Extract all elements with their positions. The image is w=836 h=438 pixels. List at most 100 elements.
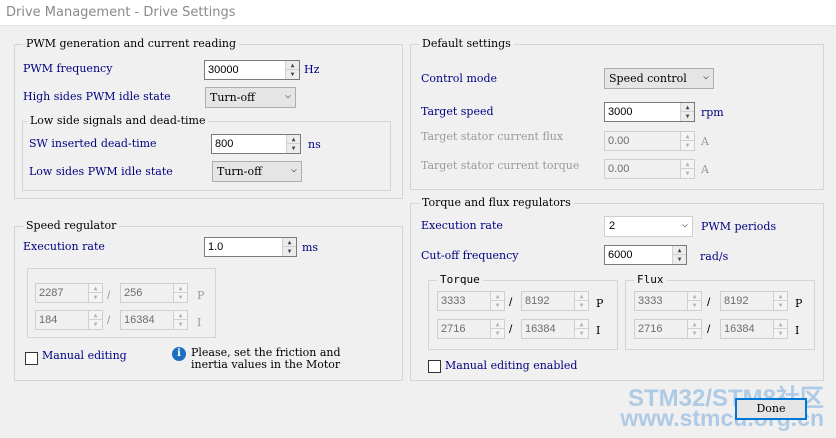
target-torque-unit: A xyxy=(701,163,709,176)
torque-ki-num-stepper[interactable]: ▲ ▼ xyxy=(490,320,504,338)
dead-time-unit: ns xyxy=(308,138,321,151)
target-speed-input[interactable]: 3000 ▲ ▼ xyxy=(604,102,695,122)
speed-ki-num-stepper[interactable]: ▲ ▼ xyxy=(88,311,102,329)
speed-kp-num-input[interactable]: 2287 ▲ ▼ xyxy=(35,283,103,303)
pwm-frequency-stepper[interactable]: ▲ ▼ xyxy=(285,61,299,79)
spin-down-icon[interactable]: ▼ xyxy=(286,70,299,79)
spin-up-icon[interactable]: ▲ xyxy=(491,292,504,301)
spin-up-icon[interactable]: ▲ xyxy=(681,103,694,112)
speed-kp-num-stepper[interactable]: ▲ ▼ xyxy=(88,284,102,302)
target-flux-input[interactable]: 0.00 ▲ ▼ xyxy=(604,131,695,151)
spin-down-icon[interactable]: ▼ xyxy=(575,329,588,338)
target-flux-stepper[interactable]: ▲ ▼ xyxy=(680,132,694,150)
spin-down-icon[interactable]: ▼ xyxy=(774,301,787,310)
flux-ki-num-input[interactable]: 2716 ▲ ▼ xyxy=(634,319,702,339)
target-torque-stepper[interactable]: ▲ ▼ xyxy=(680,160,694,178)
dead-time-input[interactable]: 800 ▲ ▼ xyxy=(211,134,301,154)
spin-down-icon[interactable]: ▼ xyxy=(89,293,102,302)
spin-down-icon[interactable]: ▼ xyxy=(287,144,300,153)
spin-down-icon[interactable]: ▼ xyxy=(673,255,686,264)
target-torque-input[interactable]: 0.00 ▲ ▼ xyxy=(604,159,695,179)
spin-up-icon[interactable]: ▲ xyxy=(688,292,701,301)
spin-up-icon[interactable]: ▲ xyxy=(491,320,504,329)
speed-kp-den-stepper[interactable]: ▲ ▼ xyxy=(173,284,187,302)
spin-down-icon[interactable]: ▼ xyxy=(174,293,187,302)
control-mode-label: Control mode xyxy=(421,72,498,85)
speed-regulator-title: Speed regulator xyxy=(23,219,120,232)
spin-up-icon[interactable]: ▲ xyxy=(681,132,694,141)
spin-up-icon[interactable]: ▲ xyxy=(688,320,701,329)
tf-exec-rate-select[interactable]: 2 ⌵ xyxy=(604,216,693,237)
spin-down-icon[interactable]: ▼ xyxy=(491,301,504,310)
torque-kp-den-stepper[interactable]: ▲ ▼ xyxy=(574,292,588,310)
control-mode-select[interactable]: Speed control ⌵ xyxy=(604,68,714,89)
cutoff-frequency-input[interactable]: 6000 ▲ ▼ xyxy=(604,245,687,265)
speed-manual-editing-checkbox[interactable] xyxy=(25,352,38,365)
spin-down-icon[interactable]: ▼ xyxy=(681,141,694,150)
spin-down-icon[interactable]: ▼ xyxy=(283,247,296,256)
flux-ki-den-stepper[interactable]: ▲ ▼ xyxy=(773,320,787,338)
low-sides-idle-select[interactable]: Turn-off ⌵ xyxy=(212,161,302,182)
spin-down-icon[interactable]: ▼ xyxy=(688,301,701,310)
tf-manual-editing-checkbox[interactable] xyxy=(428,360,441,373)
spin-up-icon[interactable]: ▲ xyxy=(89,284,102,293)
spin-up-icon[interactable]: ▲ xyxy=(681,160,694,169)
spin-up-icon[interactable]: ▲ xyxy=(774,292,787,301)
speed-ki-num-input[interactable]: 184 ▲ ▼ xyxy=(35,310,103,330)
torque-ki-den-input[interactable]: 16384 ▲ ▼ xyxy=(521,319,589,339)
flux-kp-num-input[interactable]: 3333 ▲ ▼ xyxy=(634,291,702,311)
spin-down-icon[interactable]: ▼ xyxy=(491,329,504,338)
spin-up-icon[interactable]: ▲ xyxy=(283,238,296,247)
high-sides-idle-select[interactable]: Turn-off ⌵ xyxy=(205,87,296,108)
flux-p-label: P xyxy=(795,297,803,310)
pwm-frequency-unit: Hz xyxy=(304,63,320,76)
spin-down-icon[interactable]: ▼ xyxy=(681,112,694,121)
spin-down-icon[interactable]: ▼ xyxy=(174,320,187,329)
speed-exec-rate-stepper[interactable]: ▲ ▼ xyxy=(282,238,296,256)
speed-kp-num-value: 2287 xyxy=(39,287,64,299)
flux-ki-num-stepper[interactable]: ▲ ▼ xyxy=(687,320,701,338)
spin-down-icon[interactable]: ▼ xyxy=(688,329,701,338)
dead-time-stepper[interactable]: ▲ ▼ xyxy=(286,135,300,153)
spin-down-icon[interactable]: ▼ xyxy=(681,169,694,178)
spin-up-icon[interactable]: ▲ xyxy=(174,284,187,293)
spin-down-icon[interactable]: ▼ xyxy=(89,320,102,329)
target-speed-unit: rpm xyxy=(701,106,724,119)
speed-ki-den-input[interactable]: 16384 ▲ ▼ xyxy=(120,310,188,330)
torque-gains-title: Torque xyxy=(437,273,483,286)
spin-up-icon[interactable]: ▲ xyxy=(287,135,300,144)
speed-exec-rate-input[interactable]: 1.0 ▲ ▼ xyxy=(204,237,297,257)
flux-kp-den-stepper[interactable]: ▲ ▼ xyxy=(773,292,787,310)
torque-kp-den-input[interactable]: 8192 ▲ ▼ xyxy=(521,291,589,311)
done-button[interactable]: Done xyxy=(735,398,807,420)
info-message-line2: inertia values in the Motor xyxy=(191,358,341,371)
cutoff-frequency-stepper[interactable]: ▲ ▼ xyxy=(672,246,686,264)
spin-up-icon[interactable]: ▲ xyxy=(89,311,102,320)
torque-kp-num-input[interactable]: 3333 ▲ ▼ xyxy=(437,291,505,311)
torque-ki-num-value: 2716 xyxy=(441,323,466,335)
torque-ki-den-stepper[interactable]: ▲ ▼ xyxy=(574,320,588,338)
high-sides-idle-value: Turn-off xyxy=(210,91,255,104)
pwm-frequency-input[interactable]: 30000 ▲ ▼ xyxy=(204,60,300,80)
torque-ki-num-input[interactable]: 2716 ▲ ▼ xyxy=(437,319,505,339)
spin-up-icon[interactable]: ▲ xyxy=(286,61,299,70)
torque-kp-num-stepper[interactable]: ▲ ▼ xyxy=(490,292,504,310)
high-sides-idle-label: High sides PWM idle state xyxy=(23,90,171,103)
spin-up-icon[interactable]: ▲ xyxy=(174,311,187,320)
speed-ki-den-stepper[interactable]: ▲ ▼ xyxy=(173,311,187,329)
target-flux-label: Target stator current flux xyxy=(421,130,564,143)
spin-up-icon[interactable]: ▲ xyxy=(575,320,588,329)
speed-kp-slash: / xyxy=(107,288,111,302)
flux-kp-num-stepper[interactable]: ▲ ▼ xyxy=(687,292,701,310)
flux-kp-den-input[interactable]: 8192 ▲ ▼ xyxy=(720,291,788,311)
spin-down-icon[interactable]: ▼ xyxy=(575,301,588,310)
spin-up-icon[interactable]: ▲ xyxy=(673,246,686,255)
spin-down-icon[interactable]: ▼ xyxy=(774,329,787,338)
spin-up-icon[interactable]: ▲ xyxy=(774,320,787,329)
pwm-frequency-value: 30000 xyxy=(208,64,239,76)
speed-kp-den-input[interactable]: 256 ▲ ▼ xyxy=(120,283,188,303)
target-speed-stepper[interactable]: ▲ ▼ xyxy=(680,103,694,121)
flux-ki-den-input[interactable]: 16384 ▲ ▼ xyxy=(720,319,788,339)
chevron-down-icon: ⌵ xyxy=(290,164,297,175)
spin-up-icon[interactable]: ▲ xyxy=(575,292,588,301)
